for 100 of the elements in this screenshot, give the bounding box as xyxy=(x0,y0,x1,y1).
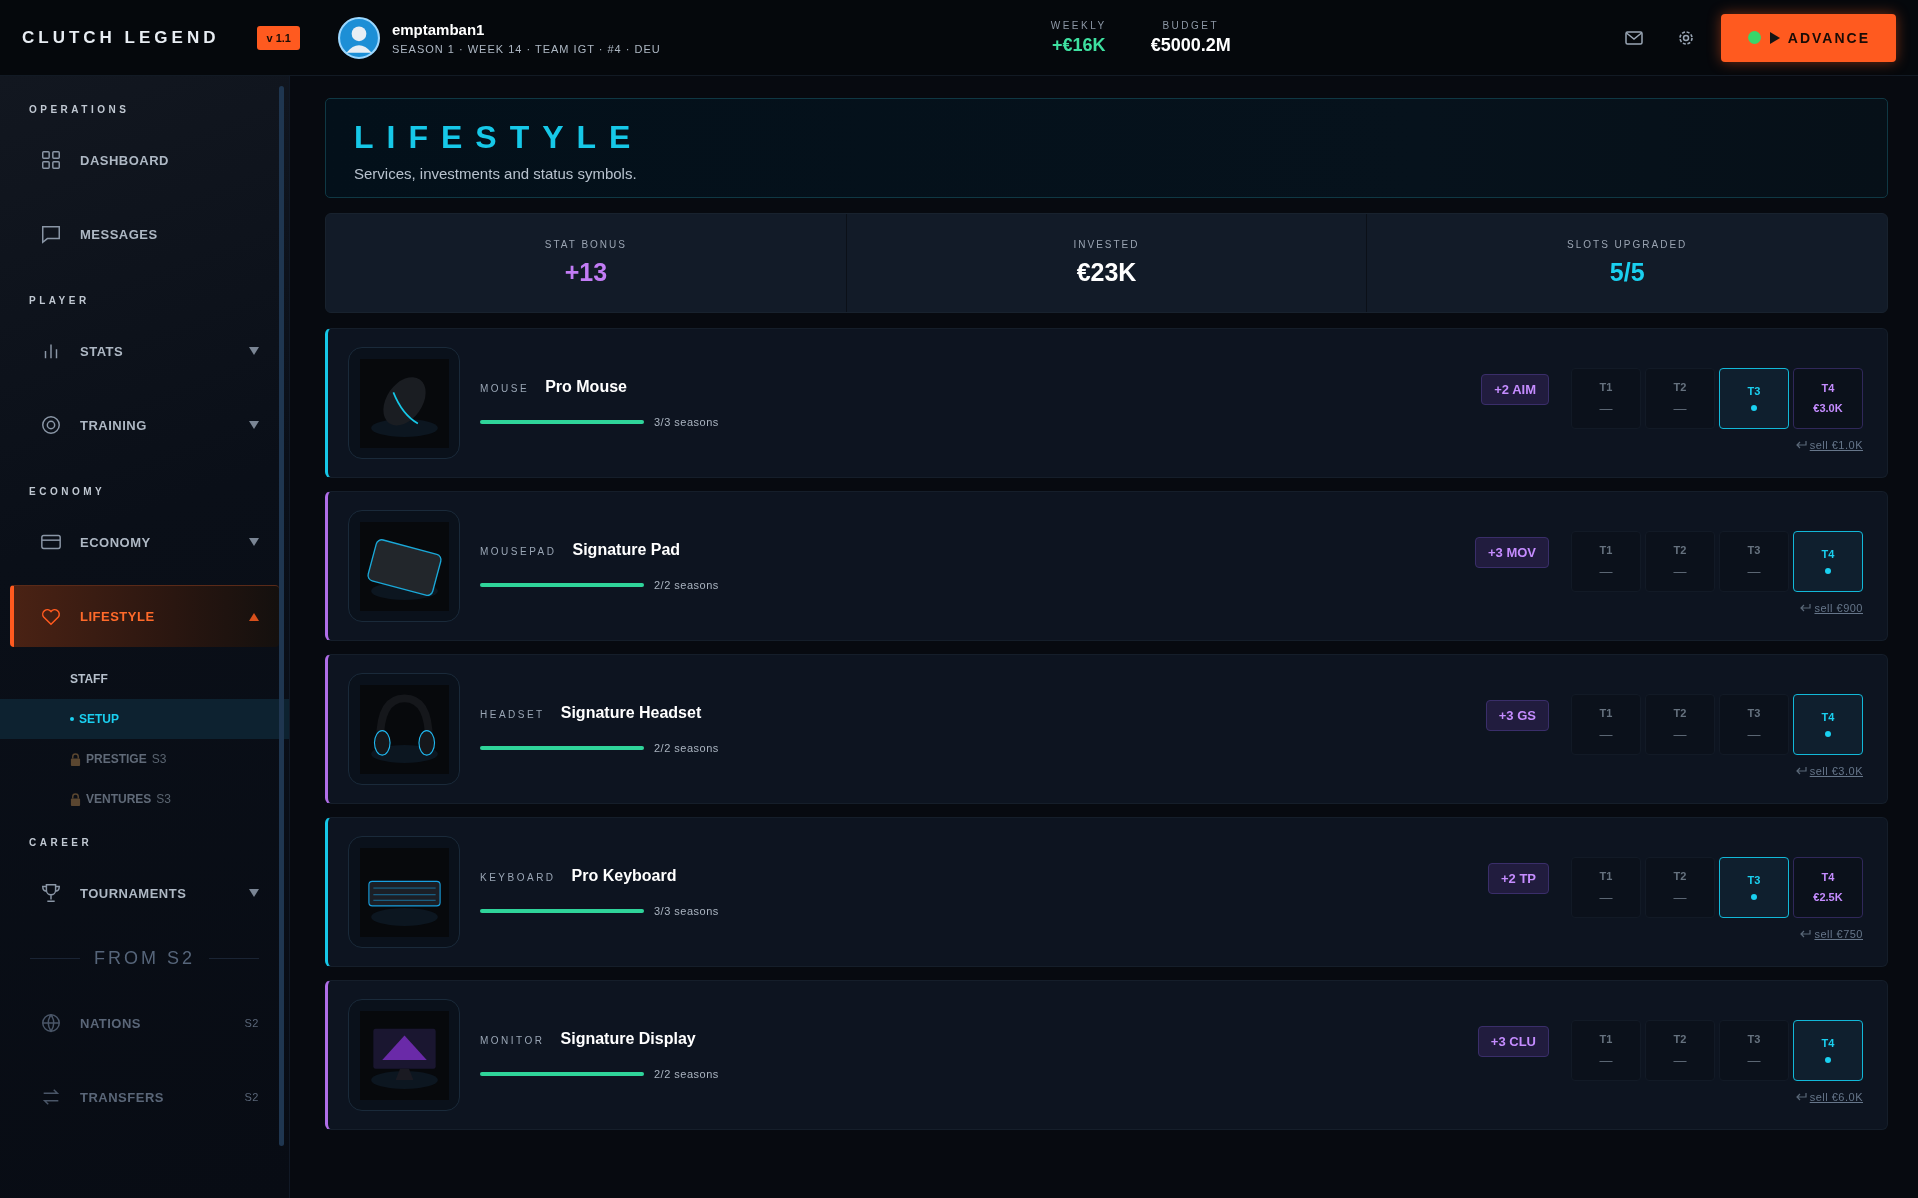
subnav-item[interactable]: PRESTIGE S3 xyxy=(0,739,289,779)
app-logo: CLUTCH LEGEND xyxy=(22,27,220,48)
globe-icon xyxy=(40,1012,62,1034)
subnav-label: PRESTIGE xyxy=(86,752,147,766)
trophy-icon xyxy=(40,882,62,904)
subnav-item[interactable]: VENTURES S3 xyxy=(0,779,289,819)
nav-item[interactable]: TRAINING xyxy=(10,394,279,456)
subnav-item[interactable]: STAFF xyxy=(0,659,289,699)
progress-text: 3/3 seasons xyxy=(654,905,719,917)
tier-label: T1 xyxy=(1599,380,1613,393)
nav-item[interactable]: TOURNAMENTS xyxy=(10,862,279,924)
tier-label: T3 xyxy=(1747,874,1761,886)
status-dot-icon xyxy=(1746,30,1762,45)
nav-label: TOURNAMENTS xyxy=(80,885,188,901)
tier-label: T1 xyxy=(1599,706,1613,719)
sell-link[interactable]: sell €1.0K xyxy=(1794,438,1863,451)
tier-upgrade-button[interactable]: T4 €2.5K xyxy=(1793,856,1863,918)
return-arrow-icon xyxy=(1794,1091,1807,1102)
tier-value: — xyxy=(1673,1052,1687,1068)
return-arrow-icon xyxy=(1794,765,1807,776)
item-name: Signature Headset xyxy=(560,704,702,722)
item-name: Pro Keyboard xyxy=(571,867,677,885)
tier-label: T1 xyxy=(1599,869,1613,882)
tier-value: — xyxy=(1599,889,1613,905)
tier-label: T2 xyxy=(1673,380,1687,393)
bonus-tag: +3 GS xyxy=(1485,699,1549,731)
nav-item[interactable]: DASHBOARD xyxy=(10,129,279,191)
progress-text: 2/2 seasons xyxy=(654,742,719,754)
scrollbar[interactable] xyxy=(279,86,284,1146)
nav-item[interactable]: ECONOMY xyxy=(10,511,279,573)
sell-link[interactable]: sell €900 xyxy=(1799,601,1863,614)
tier-label: T2 xyxy=(1673,706,1687,719)
play-icon xyxy=(1769,31,1780,44)
tier-label: T3 xyxy=(1747,543,1761,556)
tier-value: €2.5K xyxy=(1813,891,1843,903)
tier-value: — xyxy=(1747,726,1761,742)
tier-value: — xyxy=(1747,563,1761,579)
tier-label: T3 xyxy=(1747,1032,1761,1045)
stat-value: 5/5 xyxy=(1609,258,1645,287)
nav-label: LIFESTYLE xyxy=(80,609,156,624)
version-badge: v 1.1 xyxy=(257,25,300,50)
tier-label: T2 xyxy=(1673,869,1687,882)
tier-value: €3.0K xyxy=(1813,402,1843,414)
tier-value: — xyxy=(1747,1052,1761,1068)
target-icon xyxy=(40,414,62,436)
tier-label: T4 xyxy=(1821,711,1835,723)
nav-label: STATS xyxy=(80,343,125,359)
tier-upgrade-button[interactable]: T4 €3.0K xyxy=(1793,367,1863,429)
nav-item[interactable]: LIFESTYLE xyxy=(10,585,279,647)
sell-link[interactable]: sell €750 xyxy=(1799,927,1863,940)
finance-label: WEEKLY xyxy=(1050,19,1107,31)
nav-item[interactable]: STATS xyxy=(10,320,279,382)
bonus-tag: +3 MOV xyxy=(1474,536,1549,568)
chat-icon xyxy=(40,223,62,245)
season-tag: S3 xyxy=(151,752,167,766)
subnav-label: VENTURES xyxy=(86,792,152,806)
tier-value: — xyxy=(1673,400,1687,416)
subnav-label: STAFF xyxy=(70,672,108,686)
page-subtitle: Services, investments and status symbols. xyxy=(354,165,638,182)
nav-label: MESSAGES xyxy=(80,226,159,242)
tier-label: T4 xyxy=(1821,871,1835,883)
tier-value: — xyxy=(1673,563,1687,579)
tier-label: T4 xyxy=(1821,548,1835,560)
season-tag: S2 xyxy=(244,1017,259,1029)
subnav-item[interactable]: SETUP xyxy=(0,699,289,739)
item-name: Signature Pad xyxy=(572,541,681,559)
finance-label: BUDGET xyxy=(1162,19,1220,31)
current-tier-dot xyxy=(1825,731,1831,737)
item-name: Signature Display xyxy=(560,1030,696,1048)
tier-label: T4 xyxy=(1821,1037,1835,1049)
lock-icon xyxy=(70,792,81,806)
section-heading: ECONOMY xyxy=(28,486,107,497)
season-tag: S2 xyxy=(244,1091,259,1103)
progress-text: 3/3 seasons xyxy=(654,416,719,428)
tier-value: — xyxy=(1673,726,1687,742)
current-tier-dot xyxy=(1825,568,1831,574)
bullet-icon xyxy=(70,717,74,721)
page-title: LIFESTYLE xyxy=(354,121,645,153)
finance-value: +€16K xyxy=(1051,34,1106,56)
advance-button[interactable]: ADVANCE xyxy=(1720,13,1896,62)
stat-label: SLOTS UPGRADED xyxy=(1567,239,1688,250)
sell-link[interactable]: sell €3.0K xyxy=(1794,764,1863,777)
section-heading: PLAYER xyxy=(28,295,91,306)
tier-label: T2 xyxy=(1673,543,1687,556)
sell-link[interactable]: sell €6.0K xyxy=(1794,1090,1863,1103)
item-name: Pro Mouse xyxy=(545,378,627,396)
current-tier-dot xyxy=(1825,1057,1831,1063)
nav-item[interactable]: MESSAGES xyxy=(10,203,279,265)
nav-label: TRANSFERS xyxy=(80,1089,165,1105)
progress-text: 2/2 seasons xyxy=(654,579,719,591)
avatar-icon[interactable] xyxy=(337,16,380,59)
stat-label: STAT BONUS xyxy=(544,239,627,250)
tier-value: — xyxy=(1673,889,1687,905)
tier-value: — xyxy=(1599,726,1613,742)
player-name: emptamban1 xyxy=(391,20,486,38)
bonus-tag: +3 CLU xyxy=(1477,1025,1549,1057)
divider-label: FROM S2 xyxy=(94,947,195,969)
stat-label: INVESTED xyxy=(1073,239,1140,250)
nav-label: DASHBOARD xyxy=(80,152,170,168)
tier-value: — xyxy=(1599,400,1613,416)
